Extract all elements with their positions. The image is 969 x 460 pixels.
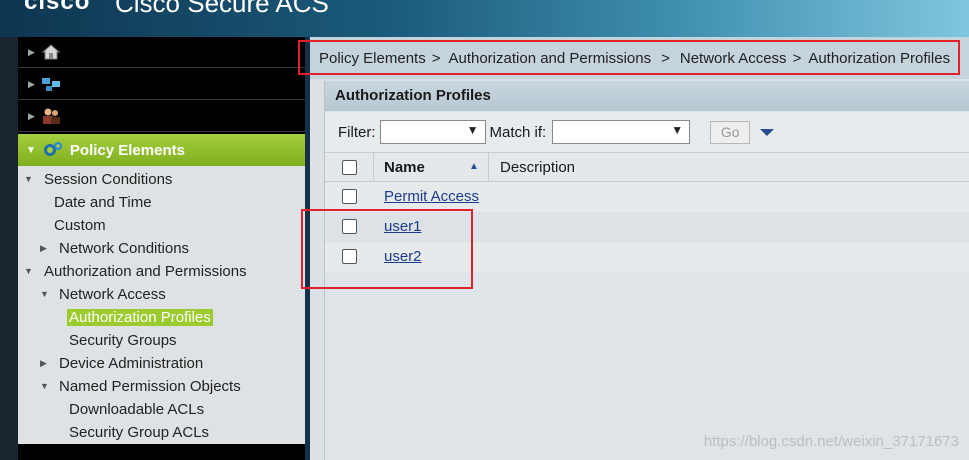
go-button[interactable]: Go [710, 120, 751, 144]
policy-elements-label: Policy Elements [69, 141, 185, 159]
drawer-collapsed-bottom[interactable] [18, 444, 305, 460]
row-checkbox[interactable] [342, 189, 357, 204]
tree-item-security-groups[interactable]: Security Groups [69, 329, 177, 352]
collapse-arrow-icon: ▼ [40, 289, 49, 299]
collapse-arrow-icon: ▼ [24, 174, 33, 184]
policy-tree: ▼ Session Conditions Date and Time Custo… [18, 166, 305, 444]
collapse-arrow-icon: ▼ [24, 266, 33, 276]
tree-item-authorization-and-permissions[interactable]: ▼ Authorization and Permissions [24, 260, 247, 283]
highlight-box [298, 40, 960, 75]
column-name-header[interactable]: Name [384, 159, 425, 176]
sort-ascending-icon[interactable]: ▲ [469, 161, 479, 172]
drawer-users-identity[interactable]: ▶ [18, 101, 305, 132]
table-row: Permit Access [325, 182, 969, 212]
filter-label: Filter: [338, 123, 376, 141]
table-header: Name ▲ Description [325, 152, 969, 183]
policy-elements-icon [42, 140, 64, 160]
tree-item-custom[interactable]: Custom [54, 214, 106, 237]
main-content: Policy Elements > Authorization and Perm… [298, 37, 969, 460]
network-devices-icon [41, 75, 61, 93]
tree-item-authorization-profiles[interactable]: Authorization Profiles [67, 306, 213, 329]
breadcrumb: Policy Elements > Authorization and Perm… [298, 37, 969, 79]
tree-item-device-administration[interactable]: ▶ Device Administration [40, 352, 203, 375]
users-icon [41, 107, 61, 125]
profile-link[interactable]: Permit Access [384, 188, 479, 205]
sidebar: ▶ ▶ ▶ ▼ Policy Elements ▼ Session Condit… [0, 37, 310, 460]
collapse-arrow-icon: ▼ [40, 381, 49, 391]
tree-item-date-and-time[interactable]: Date and Time [54, 191, 152, 214]
cisco-logo: cisco [24, 0, 91, 15]
filter-bar: Filter: ▼ Match if: ▼ Go [325, 112, 969, 152]
expand-arrow-icon: ▶ [40, 358, 47, 368]
expand-arrow-icon: ▶ [28, 110, 35, 121]
expand-arrow-icon: ▶ [28, 46, 35, 57]
collapse-arrow-icon: ▼ [26, 144, 36, 156]
drawer-network-resources[interactable]: ▶ [18, 69, 305, 100]
drawer-policy-elements[interactable]: ▼ Policy Elements [18, 134, 305, 166]
house-icon [41, 43, 61, 61]
tree-item-downloadable-acls[interactable]: Downloadable ACLs [69, 398, 204, 421]
tree-item-session-conditions[interactable]: ▼ Session Conditions [24, 168, 172, 191]
drawer-my-workspace[interactable]: ▶ [18, 37, 305, 68]
expand-arrow-icon: ▶ [28, 78, 35, 89]
filter-select[interactable]: ▼ [379, 120, 486, 144]
column-divider [488, 153, 489, 183]
watermark: https://blog.csdn.net/weixin_37171673 [703, 433, 959, 450]
tree-item-network-conditions[interactable]: ▶ Network Conditions [40, 237, 189, 260]
match-if-select[interactable]: ▼ [552, 120, 691, 144]
dropdown-arrow-icon[interactable] [760, 128, 775, 136]
column-divider [373, 153, 374, 183]
chevron-down-icon: ▼ [671, 123, 684, 137]
app-title: Cisco Secure ACS [115, 0, 329, 18]
match-if-label: Match if: [489, 123, 547, 141]
panel-title: Authorization Profiles [325, 81, 969, 111]
expand-arrow-icon: ▶ [40, 243, 47, 253]
select-all-checkbox[interactable] [342, 160, 357, 175]
column-description-header[interactable]: Description [500, 159, 575, 176]
tree-item-security-group-acls[interactable]: Security Group ACLs [69, 421, 209, 444]
highlight-box [301, 209, 473, 289]
chevron-down-icon: ▼ [466, 123, 479, 137]
tree-item-network-access[interactable]: ▼ Network Access [40, 283, 166, 306]
sidebar-gutter [0, 37, 18, 460]
tree-item-named-permission-objects[interactable]: ▼ Named Permission Objects [40, 375, 241, 398]
app-header: cisco Cisco Secure ACS [0, 0, 969, 37]
